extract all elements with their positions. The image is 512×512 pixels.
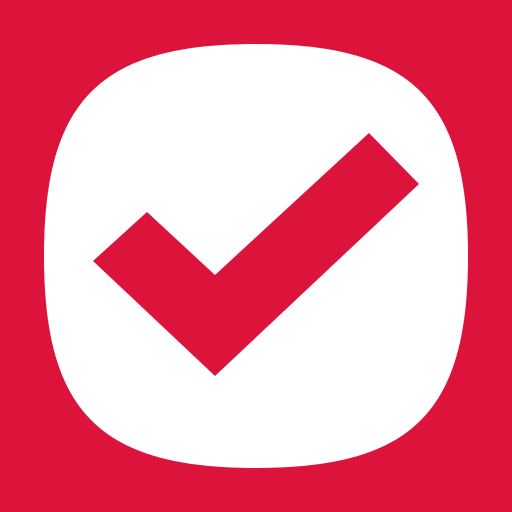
app-icon-graphic <box>0 0 512 512</box>
app-icon[interactable] <box>0 0 512 512</box>
